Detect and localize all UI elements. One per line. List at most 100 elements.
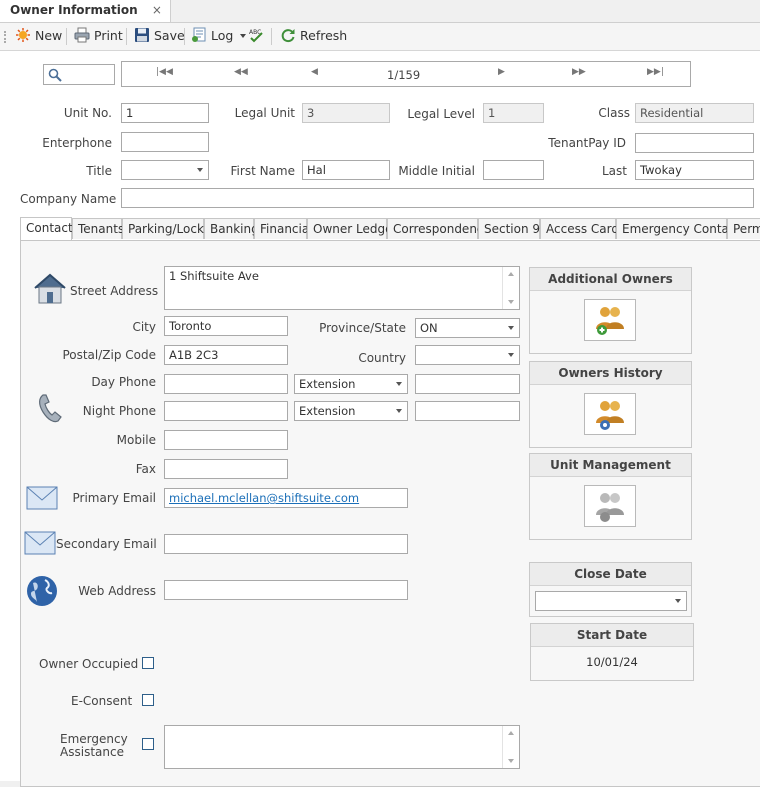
web-address-label: Web Address xyxy=(78,584,156,598)
start-date-group: Start Date 10/01/24 xyxy=(530,623,694,681)
emergency-assistance-checkbox[interactable] xyxy=(142,738,154,750)
additional-owners-button[interactable] xyxy=(584,299,636,341)
new-button[interactable]: New xyxy=(15,27,62,45)
company-name-label: Company Name xyxy=(20,192,117,206)
day-phone-label: Day Phone xyxy=(91,375,156,389)
owners-history-button[interactable] xyxy=(584,393,636,435)
chevron-down-icon xyxy=(508,326,514,330)
province-state-select[interactable]: ON xyxy=(415,318,520,338)
secondary-email-label: Secondary Email xyxy=(56,537,157,551)
search-input[interactable] xyxy=(43,64,115,85)
spell-check-button[interactable]: ABC xyxy=(248,27,268,45)
primary-email-link[interactable]: michael.mclellan@shiftsuite.com xyxy=(169,491,359,505)
next-page-icon[interactable]: ▶▶ xyxy=(572,67,586,77)
day-phone-extension-select[interactable]: Extension xyxy=(294,374,408,394)
unit-management-button[interactable] xyxy=(584,485,636,527)
log-icon xyxy=(192,27,206,42)
tab-label: Financial xyxy=(260,222,313,236)
unit-no-field[interactable]: 1 xyxy=(121,103,209,123)
class-field[interactable]: Residential xyxy=(635,103,754,123)
night-phone-extension-field[interactable] xyxy=(415,401,520,421)
last-name-field[interactable]: Twokay xyxy=(635,160,754,180)
floppy-disk-icon xyxy=(135,28,149,42)
printer-icon xyxy=(74,27,90,43)
mobile-field[interactable] xyxy=(164,430,288,450)
tab-financial[interactable]: Financial xyxy=(254,218,313,239)
refresh-button[interactable]: Refresh xyxy=(280,27,347,45)
owner-information-tab[interactable]: Owner Information × xyxy=(0,0,171,22)
first-name-field[interactable]: Hal xyxy=(302,160,390,180)
previous-page-icon[interactable]: ◀◀ xyxy=(234,67,248,77)
toolbar-grip xyxy=(4,31,8,43)
day-phone-field[interactable] xyxy=(164,374,288,394)
scroll-down-icon xyxy=(508,759,514,763)
tab-tenants[interactable]: Tenants xyxy=(72,218,124,239)
record-position: 1/159 xyxy=(387,68,421,82)
new-label: New xyxy=(35,28,63,43)
tab-label: Correspondence xyxy=(393,222,491,236)
refresh-label: Refresh xyxy=(300,28,348,43)
postal-zip-field[interactable]: A1B 2C3 xyxy=(164,345,288,365)
toolbar-separator xyxy=(271,28,272,45)
unit-no-label: Unit No. xyxy=(63,106,112,120)
tab-parking-locker[interactable]: Parking/Locker xyxy=(122,218,216,239)
scrollbar[interactable] xyxy=(502,726,519,768)
next-record-icon[interactable]: ▶ xyxy=(498,67,505,77)
secondary-email-field[interactable] xyxy=(164,534,408,554)
log-dropdown-button[interactable]: Log xyxy=(191,27,247,45)
night-phone-extension-select[interactable]: Extension xyxy=(294,401,408,421)
toolbar: New Print Save Log ABC Refresh xyxy=(0,23,760,51)
web-address-field[interactable] xyxy=(164,580,408,600)
owner-occupied-checkbox[interactable] xyxy=(142,657,154,669)
toolbar-separator xyxy=(184,28,185,45)
day-phone-extension-field[interactable] xyxy=(415,374,520,394)
first-record-icon[interactable]: |◀◀ xyxy=(156,67,173,77)
spell-check-icon: ABC xyxy=(249,29,263,43)
company-name-field[interactable] xyxy=(121,188,754,208)
toolbar-separator xyxy=(66,28,67,45)
house-icon xyxy=(34,273,66,304)
city-field[interactable]: Toronto xyxy=(164,316,288,336)
tab-section-98[interactable]: Section 98 xyxy=(478,218,548,239)
last-record-icon[interactable]: ▶▶| xyxy=(647,67,664,77)
scrollbar[interactable] xyxy=(502,267,519,309)
fax-field[interactable] xyxy=(164,459,288,479)
previous-record-icon[interactable]: ◀ xyxy=(311,67,318,77)
tab-correspondence[interactable]: Correspondence xyxy=(387,218,491,239)
middle-initial-field[interactable] xyxy=(483,160,544,180)
save-button[interactable]: Save xyxy=(134,27,185,45)
legal-unit-field[interactable]: 3 xyxy=(302,103,390,123)
owner-occupied-label: Owner Occupied xyxy=(39,657,139,671)
close-icon[interactable]: × xyxy=(152,3,162,17)
street-address-field[interactable]: 1 Shiftsuite Ave xyxy=(164,266,520,310)
tab-banking[interactable]: Banking xyxy=(204,218,259,239)
tab-emergency-contacts[interactable]: Emergency Contacts xyxy=(616,218,746,239)
city-label: City xyxy=(132,320,156,334)
toolbar-separator xyxy=(126,28,127,45)
tab-label: Contact xyxy=(26,221,73,235)
globe-icon xyxy=(27,576,57,606)
record-navigator: |◀◀ ◀◀ ◀ 1/159 ▶ ▶▶ ▶▶| xyxy=(121,61,691,87)
country-select[interactable] xyxy=(415,345,520,365)
tab-permissions[interactable]: Permis xyxy=(727,218,760,239)
first-name-label: First Name xyxy=(230,164,295,178)
night-phone-field[interactable] xyxy=(164,401,288,421)
tab-contact[interactable]: Contact xyxy=(20,217,73,240)
tab-access-cards[interactable]: Access Cards xyxy=(540,218,625,239)
tab-owner-ledger[interactable]: Owner Ledger xyxy=(307,218,397,239)
tenantpay-id-field[interactable] xyxy=(635,133,754,153)
scroll-down-icon xyxy=(508,300,514,304)
enterphone-field[interactable] xyxy=(121,132,209,152)
title-select[interactable] xyxy=(121,160,209,180)
close-date-header: Close Date xyxy=(530,563,691,586)
primary-email-field[interactable]: michael.mclellan@shiftsuite.com xyxy=(164,488,408,508)
close-date-picker[interactable] xyxy=(535,591,687,611)
e-consent-checkbox[interactable] xyxy=(142,694,154,706)
extension-value: Extension xyxy=(299,404,356,418)
last-name-label: Last xyxy=(602,164,627,178)
chevron-down-icon xyxy=(508,353,514,357)
print-button[interactable]: Print xyxy=(74,27,123,45)
emergency-assistance-notes[interactable] xyxy=(164,725,520,769)
legal-level-field[interactable]: 1 xyxy=(483,103,544,123)
print-label: Print xyxy=(94,28,123,43)
